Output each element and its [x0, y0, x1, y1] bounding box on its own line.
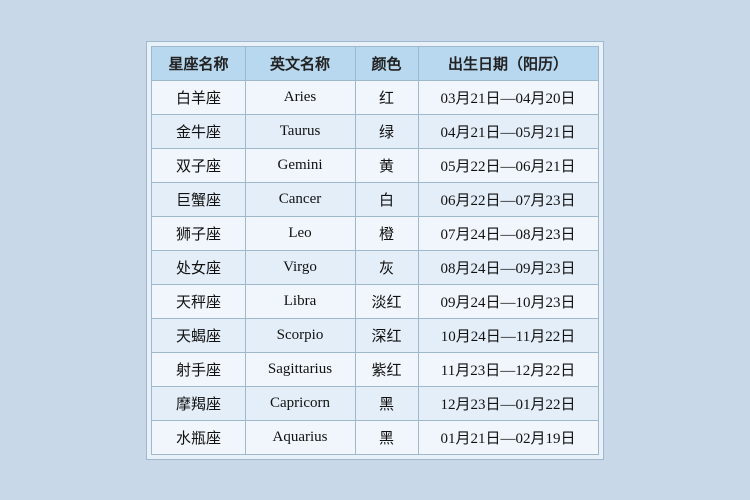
- table-row: 白羊座Aries红03月21日—04月20日: [152, 80, 598, 114]
- cell-date: 10月24日—11月22日: [418, 318, 598, 352]
- table-row: 天秤座Libra淡红09月24日—10月23日: [152, 284, 598, 318]
- table-header-row: 星座名称 英文名称 颜色 出生日期（阳历）: [152, 46, 598, 80]
- cell-chinese: 白羊座: [152, 80, 245, 114]
- cell-date: 11月23日—12月22日: [418, 352, 598, 386]
- header-color: 颜色: [355, 46, 418, 80]
- cell-english: Taurus: [245, 114, 355, 148]
- cell-date: 03月21日—04月20日: [418, 80, 598, 114]
- cell-date: 01月21日—02月19日: [418, 420, 598, 454]
- table-row: 巨蟹座Cancer白06月22日—07月23日: [152, 182, 598, 216]
- cell-color: 绿: [355, 114, 418, 148]
- table-row: 双子座Gemini黄05月22日—06月21日: [152, 148, 598, 182]
- cell-color: 黑: [355, 386, 418, 420]
- zodiac-table-container: 星座名称 英文名称 颜色 出生日期（阳历） 白羊座Aries红03月21日—04…: [146, 41, 603, 460]
- cell-date: 05月22日—06月21日: [418, 148, 598, 182]
- table-row: 水瓶座Aquarius黑01月21日—02月19日: [152, 420, 598, 454]
- header-chinese: 星座名称: [152, 46, 245, 80]
- cell-color: 白: [355, 182, 418, 216]
- cell-english: Gemini: [245, 148, 355, 182]
- cell-english: Capricorn: [245, 386, 355, 420]
- table-row: 处女座Virgo灰08月24日—09月23日: [152, 250, 598, 284]
- cell-color: 紫红: [355, 352, 418, 386]
- cell-english: Leo: [245, 216, 355, 250]
- cell-date: 06月22日—07月23日: [418, 182, 598, 216]
- table-row: 射手座Sagittarius紫红11月23日—12月22日: [152, 352, 598, 386]
- cell-chinese: 处女座: [152, 250, 245, 284]
- cell-date: 09月24日—10月23日: [418, 284, 598, 318]
- cell-english: Libra: [245, 284, 355, 318]
- cell-date: 04月21日—05月21日: [418, 114, 598, 148]
- cell-english: Aries: [245, 80, 355, 114]
- cell-color: 淡红: [355, 284, 418, 318]
- cell-date: 08月24日—09月23日: [418, 250, 598, 284]
- cell-chinese: 双子座: [152, 148, 245, 182]
- cell-color: 红: [355, 80, 418, 114]
- cell-date: 12月23日—01月22日: [418, 386, 598, 420]
- cell-chinese: 射手座: [152, 352, 245, 386]
- cell-chinese: 金牛座: [152, 114, 245, 148]
- cell-chinese: 摩羯座: [152, 386, 245, 420]
- cell-color: 橙: [355, 216, 418, 250]
- zodiac-table: 星座名称 英文名称 颜色 出生日期（阳历） 白羊座Aries红03月21日—04…: [151, 46, 598, 455]
- cell-chinese: 巨蟹座: [152, 182, 245, 216]
- table-row: 金牛座Taurus绿04月21日—05月21日: [152, 114, 598, 148]
- cell-chinese: 水瓶座: [152, 420, 245, 454]
- cell-english: Sagittarius: [245, 352, 355, 386]
- header-english: 英文名称: [245, 46, 355, 80]
- cell-color: 深红: [355, 318, 418, 352]
- cell-english: Cancer: [245, 182, 355, 216]
- cell-color: 黄: [355, 148, 418, 182]
- table-row: 天蝎座Scorpio深红10月24日—11月22日: [152, 318, 598, 352]
- cell-color: 灰: [355, 250, 418, 284]
- cell-english: Aquarius: [245, 420, 355, 454]
- table-row: 摩羯座Capricorn黑12月23日—01月22日: [152, 386, 598, 420]
- table-row: 狮子座Leo橙07月24日—08月23日: [152, 216, 598, 250]
- cell-color: 黑: [355, 420, 418, 454]
- cell-english: Virgo: [245, 250, 355, 284]
- cell-date: 07月24日—08月23日: [418, 216, 598, 250]
- cell-chinese: 天蝎座: [152, 318, 245, 352]
- cell-english: Scorpio: [245, 318, 355, 352]
- cell-chinese: 狮子座: [152, 216, 245, 250]
- cell-chinese: 天秤座: [152, 284, 245, 318]
- header-date: 出生日期（阳历）: [418, 46, 598, 80]
